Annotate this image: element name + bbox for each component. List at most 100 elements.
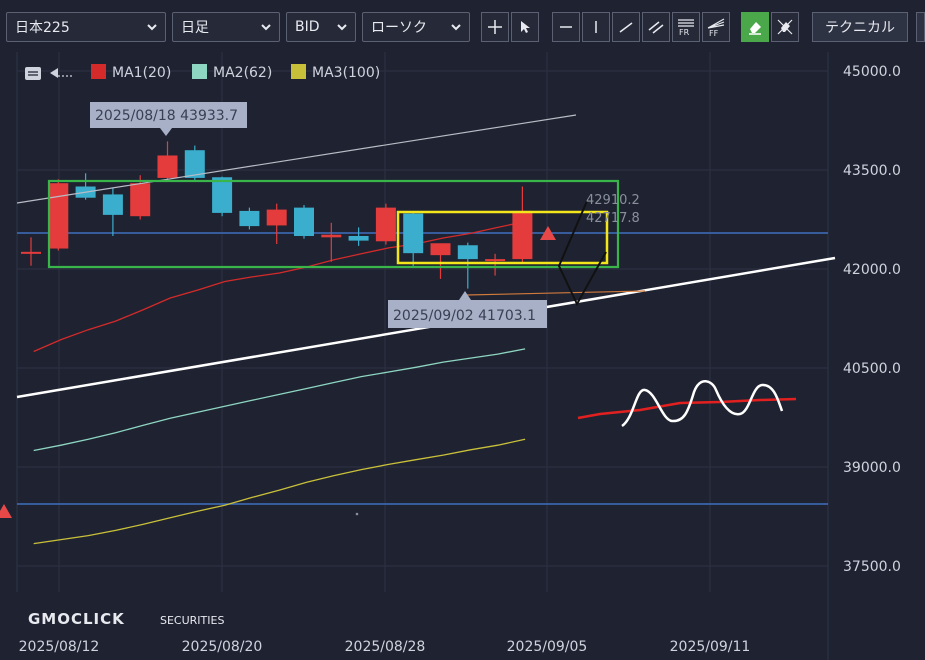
- vertical-line-icon: [595, 21, 597, 33]
- candle-body: [512, 210, 533, 260]
- fibonacci-fan-icon: FF: [707, 18, 725, 38]
- ma1-line: [33, 220, 526, 353]
- x-tick-label: 2025/09/05: [507, 639, 588, 655]
- chart-overlay: MA1(20) MA2(62) MA3(100) 2025/08/18 43933.7…: [25, 64, 640, 628]
- legend-swatch: [192, 64, 207, 79]
- svg-text:FR: FR: [679, 28, 690, 37]
- candle[interactable]: [430, 243, 451, 279]
- candle[interactable]: [321, 222, 342, 262]
- candle-body: [48, 183, 69, 249]
- crosshair-tool-button[interactable]: [481, 12, 509, 42]
- candle[interactable]: [403, 212, 424, 268]
- candle-body: [348, 236, 369, 241]
- svg-text:FF: FF: [709, 29, 719, 38]
- y-tick-label: 43500.0: [843, 163, 901, 179]
- candle-body: [294, 207, 314, 236]
- notes-icon[interactable]: [25, 67, 41, 80]
- trend-line-icon: [619, 22, 633, 33]
- price-chart[interactable]: 45000.0 43500.0 42000.0 40500.0 39000.0 37500…: [0, 52, 925, 660]
- trend-line-tool-button[interactable]: [612, 12, 640, 42]
- candle[interactable]: [375, 203, 396, 245]
- brand-name: GMOCLICK: [28, 610, 125, 628]
- symbol-select[interactable]: 日本225: [6, 12, 166, 42]
- price-side-select[interactable]: BID: [286, 12, 356, 42]
- candle-body: [239, 210, 260, 227]
- horizontal-line-tool-button[interactable]: [552, 12, 580, 42]
- candle-body: [102, 194, 123, 215]
- timeframe-select[interactable]: 日足: [172, 12, 280, 42]
- chart-grid: [16, 52, 829, 660]
- brand-sub: SECURITIES: [160, 614, 224, 627]
- eraser-delete-icon: [777, 19, 793, 35]
- candle-body: [321, 234, 342, 238]
- offscreen-marker-triangle-icon[interactable]: [0, 504, 12, 518]
- tooltip-pointer: [160, 128, 172, 136]
- legend-swatch: [91, 64, 106, 79]
- parallel-lines-icon: [648, 21, 664, 34]
- notes-icon-body: [25, 67, 41, 80]
- candle[interactable]: [21, 237, 41, 266]
- x-tick-label: 2025/08/20: [182, 639, 263, 655]
- tooltip-text: 2025/09/02 41703.1: [393, 308, 536, 324]
- brand-logo: GMOCLICK SECURITIES: [28, 610, 224, 628]
- upper-trend-line[interactable]: [16, 114, 577, 204]
- chart-toolbar: 日本225 日足 BID ローソク FR FF テクニカル: [0, 0, 925, 52]
- pointer-tool-button[interactable]: [511, 12, 539, 42]
- symbol-label: 日本225: [15, 20, 70, 36]
- chevron-down-icon: [147, 24, 157, 31]
- candle[interactable]: [485, 253, 506, 276]
- chart-panel[interactable]: 45000.0 43500.0 42000.0 40500.0 39000.0 37500…: [0, 52, 925, 660]
- candle-body: [375, 207, 396, 242]
- chart-type-label: ローソク: [371, 20, 427, 36]
- candle-body: [457, 245, 478, 260]
- fibonacci-retracement-icon: FR: [678, 19, 694, 37]
- y-tick-label: 40500.0: [843, 361, 901, 377]
- legend-label: MA1(20): [112, 65, 171, 81]
- ma3-line: [33, 438, 526, 545]
- candle[interactable]: [294, 204, 314, 239]
- candle-body: [266, 209, 287, 226]
- legend-swatch: [291, 64, 306, 79]
- parallel-channel-tool-button[interactable]: [642, 12, 670, 42]
- candle[interactable]: [512, 186, 533, 263]
- candle[interactable]: [75, 173, 96, 200]
- legend-item-ma2[interactable]: MA2(62): [192, 64, 272, 81]
- x-tick-label: 2025/08/28: [345, 639, 426, 655]
- delete-all-drawings-button[interactable]: [771, 12, 799, 42]
- candle[interactable]: [212, 176, 233, 217]
- high-price-tooltip: 2025/08/18 43933.7: [90, 102, 247, 136]
- eraser-tool-button[interactable]: [741, 12, 769, 42]
- fibonacci-fan-tool-button[interactable]: FF: [702, 12, 730, 42]
- tooltip-text: 2025/08/18 43933.7: [95, 108, 238, 124]
- candle-body: [403, 213, 424, 254]
- candle-body: [430, 243, 451, 256]
- candle[interactable]: [266, 203, 287, 244]
- candle[interactable]: [348, 227, 369, 246]
- technical-label: テクニカル: [825, 20, 895, 36]
- candle[interactable]: [48, 179, 69, 251]
- legend-item-ma1[interactable]: MA1(20): [91, 64, 171, 81]
- candle-body: [21, 251, 41, 254]
- chart-type-select[interactable]: ローソク: [362, 12, 470, 42]
- y-tick-label: 45000.0: [843, 64, 901, 80]
- candle[interactable]: [239, 207, 260, 230]
- collapse-arrow: [50, 68, 58, 78]
- more-tools-button[interactable]: [916, 12, 925, 42]
- fibonacci-retracement-tool-button[interactable]: FR: [672, 12, 700, 42]
- horizontal-line-icon: [560, 26, 572, 28]
- technical-indicators-button[interactable]: テクニカル: [812, 12, 908, 42]
- x-tick-label: 2025/09/11: [670, 639, 751, 655]
- candle[interactable]: [457, 242, 478, 289]
- chevron-down-icon: [261, 24, 271, 31]
- legend-item-ma3[interactable]: MA3(100): [291, 64, 380, 81]
- chevron-down-icon: [337, 24, 347, 31]
- chevron-down-icon: [451, 24, 461, 31]
- candle-body: [485, 259, 506, 262]
- upper-price-label: 42910.2: [586, 193, 640, 208]
- candle[interactable]: [157, 141, 178, 182]
- collapse-legend-icon[interactable]: [50, 68, 72, 78]
- candle[interactable]: [102, 188, 123, 236]
- vertical-line-tool-button[interactable]: [582, 12, 610, 42]
- timeframe-label: 日足: [181, 20, 209, 36]
- range-box-yellow[interactable]: [396, 210, 609, 265]
